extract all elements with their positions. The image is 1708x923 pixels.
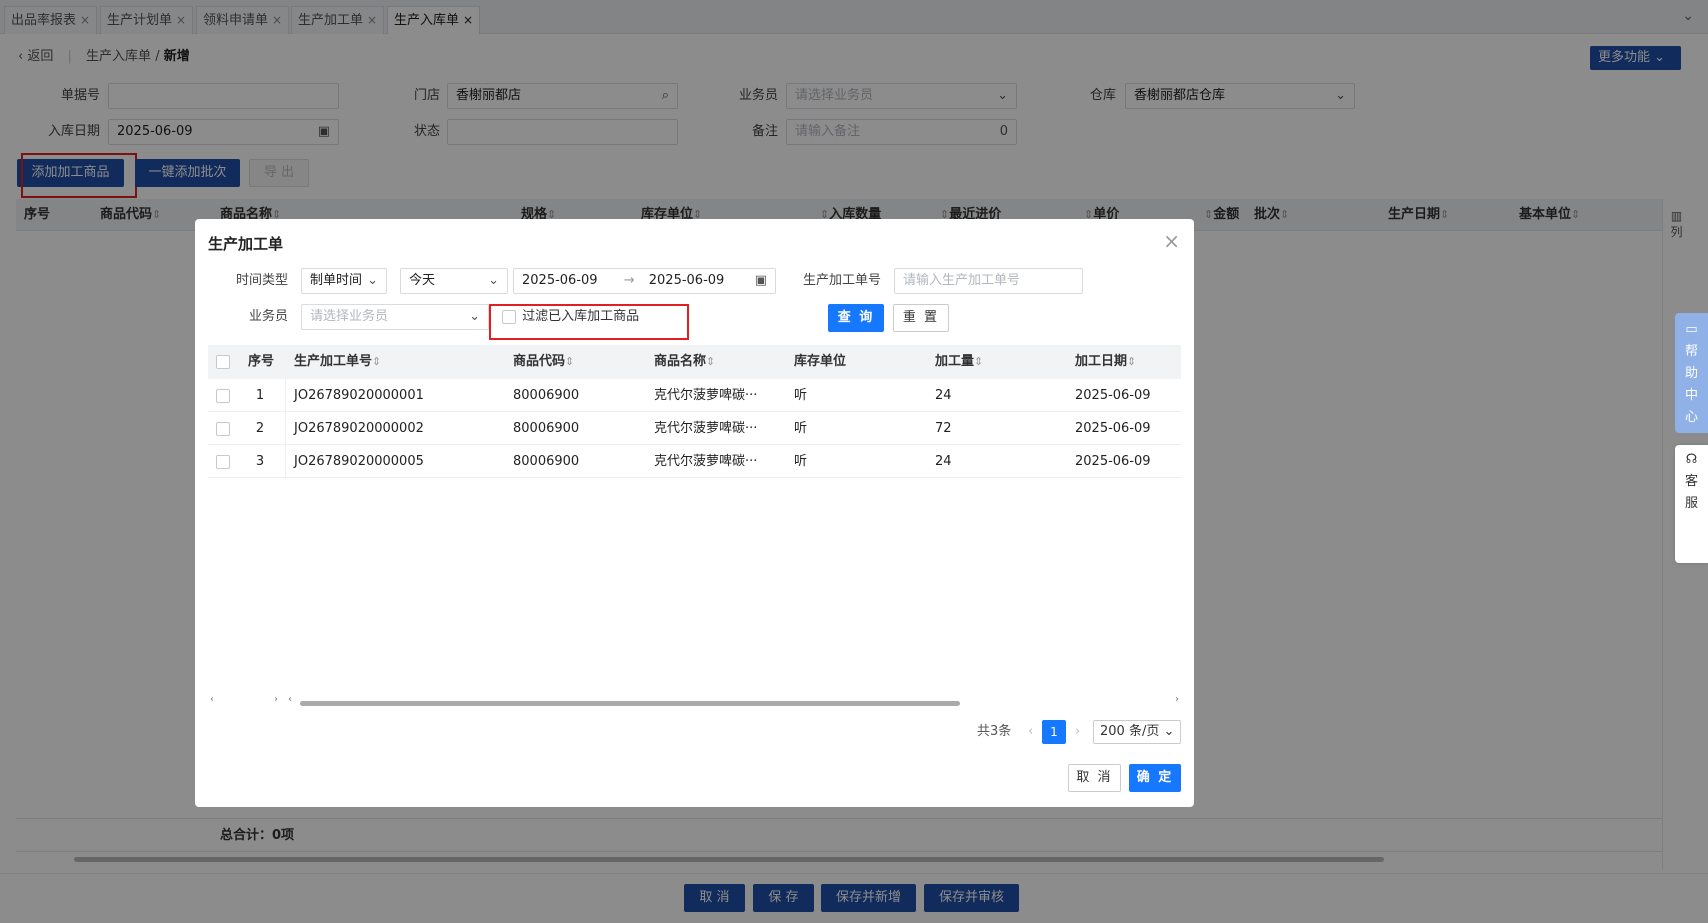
sort-icon: ⇕	[565, 355, 575, 368]
chevron-down-icon: ⌄	[1163, 724, 1175, 739]
scroll-right-icon[interactable]: ›	[274, 694, 278, 705]
arrow-right-icon: →	[623, 273, 635, 288]
calendar-icon[interactable]: ▣	[755, 269, 767, 293]
sort-icon: ⇕	[372, 355, 382, 368]
highlight-box	[489, 304, 689, 340]
sort-icon: ⇕	[974, 355, 984, 368]
col-order-no[interactable]: 生产加工单号⇕	[294, 345, 381, 379]
row-checkbox[interactable]	[216, 379, 230, 412]
chat-icon: ▭	[1685, 322, 1698, 337]
col-stock-unit: 库存单位	[794, 354, 847, 369]
customer-service-button[interactable]: ☊ 客 服	[1675, 445, 1708, 563]
col-quantity[interactable]: 加工量⇕	[935, 345, 983, 379]
total-count: 共3条	[977, 724, 1012, 739]
chevron-down-icon: ⌄	[488, 273, 499, 288]
prev-page-icon[interactable]: ‹	[1028, 720, 1033, 744]
reset-button[interactable]: 重 置	[893, 304, 949, 332]
order-no-label: 生产加工单号	[802, 273, 881, 288]
period-select[interactable]: 今天 ⌄	[400, 268, 508, 294]
page-number-current[interactable]: 1	[1042, 720, 1066, 744]
sort-icon: ⇕	[706, 355, 716, 368]
dialog-cancel-button[interactable]: 取 消	[1068, 764, 1121, 792]
select-all-checkbox[interactable]	[216, 345, 230, 379]
help-center-button[interactable]: ▭ 帮 助 中 心	[1675, 313, 1708, 433]
time-type-select[interactable]: 制单时间 ⌄	[301, 268, 387, 294]
scroll-left-icon[interactable]: ‹	[210, 694, 214, 705]
dialog-confirm-button[interactable]: 确 定	[1129, 764, 1181, 792]
salesman-select[interactable]: 请选择业务员 ⌄	[301, 304, 489, 330]
scroll-right-icon[interactable]: ›	[1175, 694, 1179, 705]
salesman-label: 业务员	[248, 309, 288, 324]
scroll-left-icon[interactable]: ‹	[288, 694, 292, 705]
time-type-label: 时间类型	[235, 273, 288, 288]
order-no-input[interactable]: 请输入生产加工单号	[894, 268, 1083, 294]
row-checkbox[interactable]	[216, 412, 230, 445]
col-product-code[interactable]: 商品代码⇕	[513, 345, 574, 379]
page-size-select[interactable]: 200 条/页 ⌄	[1093, 720, 1181, 744]
date-start: 2025-06-09	[522, 273, 598, 288]
row-checkbox[interactable]	[216, 445, 230, 478]
chevron-down-icon: ⌄	[367, 273, 378, 288]
sort-icon: ⇕	[1127, 355, 1137, 368]
dialog-horizontal-scrollbar[interactable]: ‹ › ‹ ›	[208, 694, 1181, 709]
chevron-down-icon: ⌄	[469, 309, 480, 324]
headset-icon: ☊	[1685, 452, 1698, 467]
date-end: 2025-06-09	[648, 273, 725, 288]
col-process-date[interactable]: 加工日期⇕	[1075, 345, 1136, 379]
scrollbar-thumb[interactable]	[300, 701, 960, 706]
table-row[interactable]: 3 JO26789020000005 80006900 克代尔菠萝啤碳··· 听…	[208, 445, 1181, 478]
date-range-input[interactable]: 2025-06-09 → 2025-06-09 ▣	[513, 268, 776, 294]
col-product-name[interactable]: 商品名称⇕	[654, 345, 715, 379]
next-page-icon[interactable]: ›	[1075, 720, 1080, 744]
table-row[interactable]: 2 JO26789020000002 80006900 克代尔菠萝啤碳··· 听…	[208, 412, 1181, 445]
close-icon[interactable]: ×	[1163, 229, 1180, 253]
col-index: 序号	[248, 354, 275, 369]
production-order-dialog: 生产加工单 × 时间类型 制单时间 ⌄ 今天 ⌄ 2025-06-09 → 2025…	[195, 219, 1194, 807]
dialog-title: 生产加工单	[208, 235, 284, 253]
dialog-table-header: 序号 生产加工单号⇕ 商品代码⇕ 商品名称⇕ 库存单位 加工量⇕ 加工日期⇕	[208, 345, 1181, 379]
query-button[interactable]: 查 询	[828, 304, 884, 332]
table-row[interactable]: 1 JO26789020000001 80006900 克代尔菠萝啤碳··· 听…	[208, 379, 1181, 412]
